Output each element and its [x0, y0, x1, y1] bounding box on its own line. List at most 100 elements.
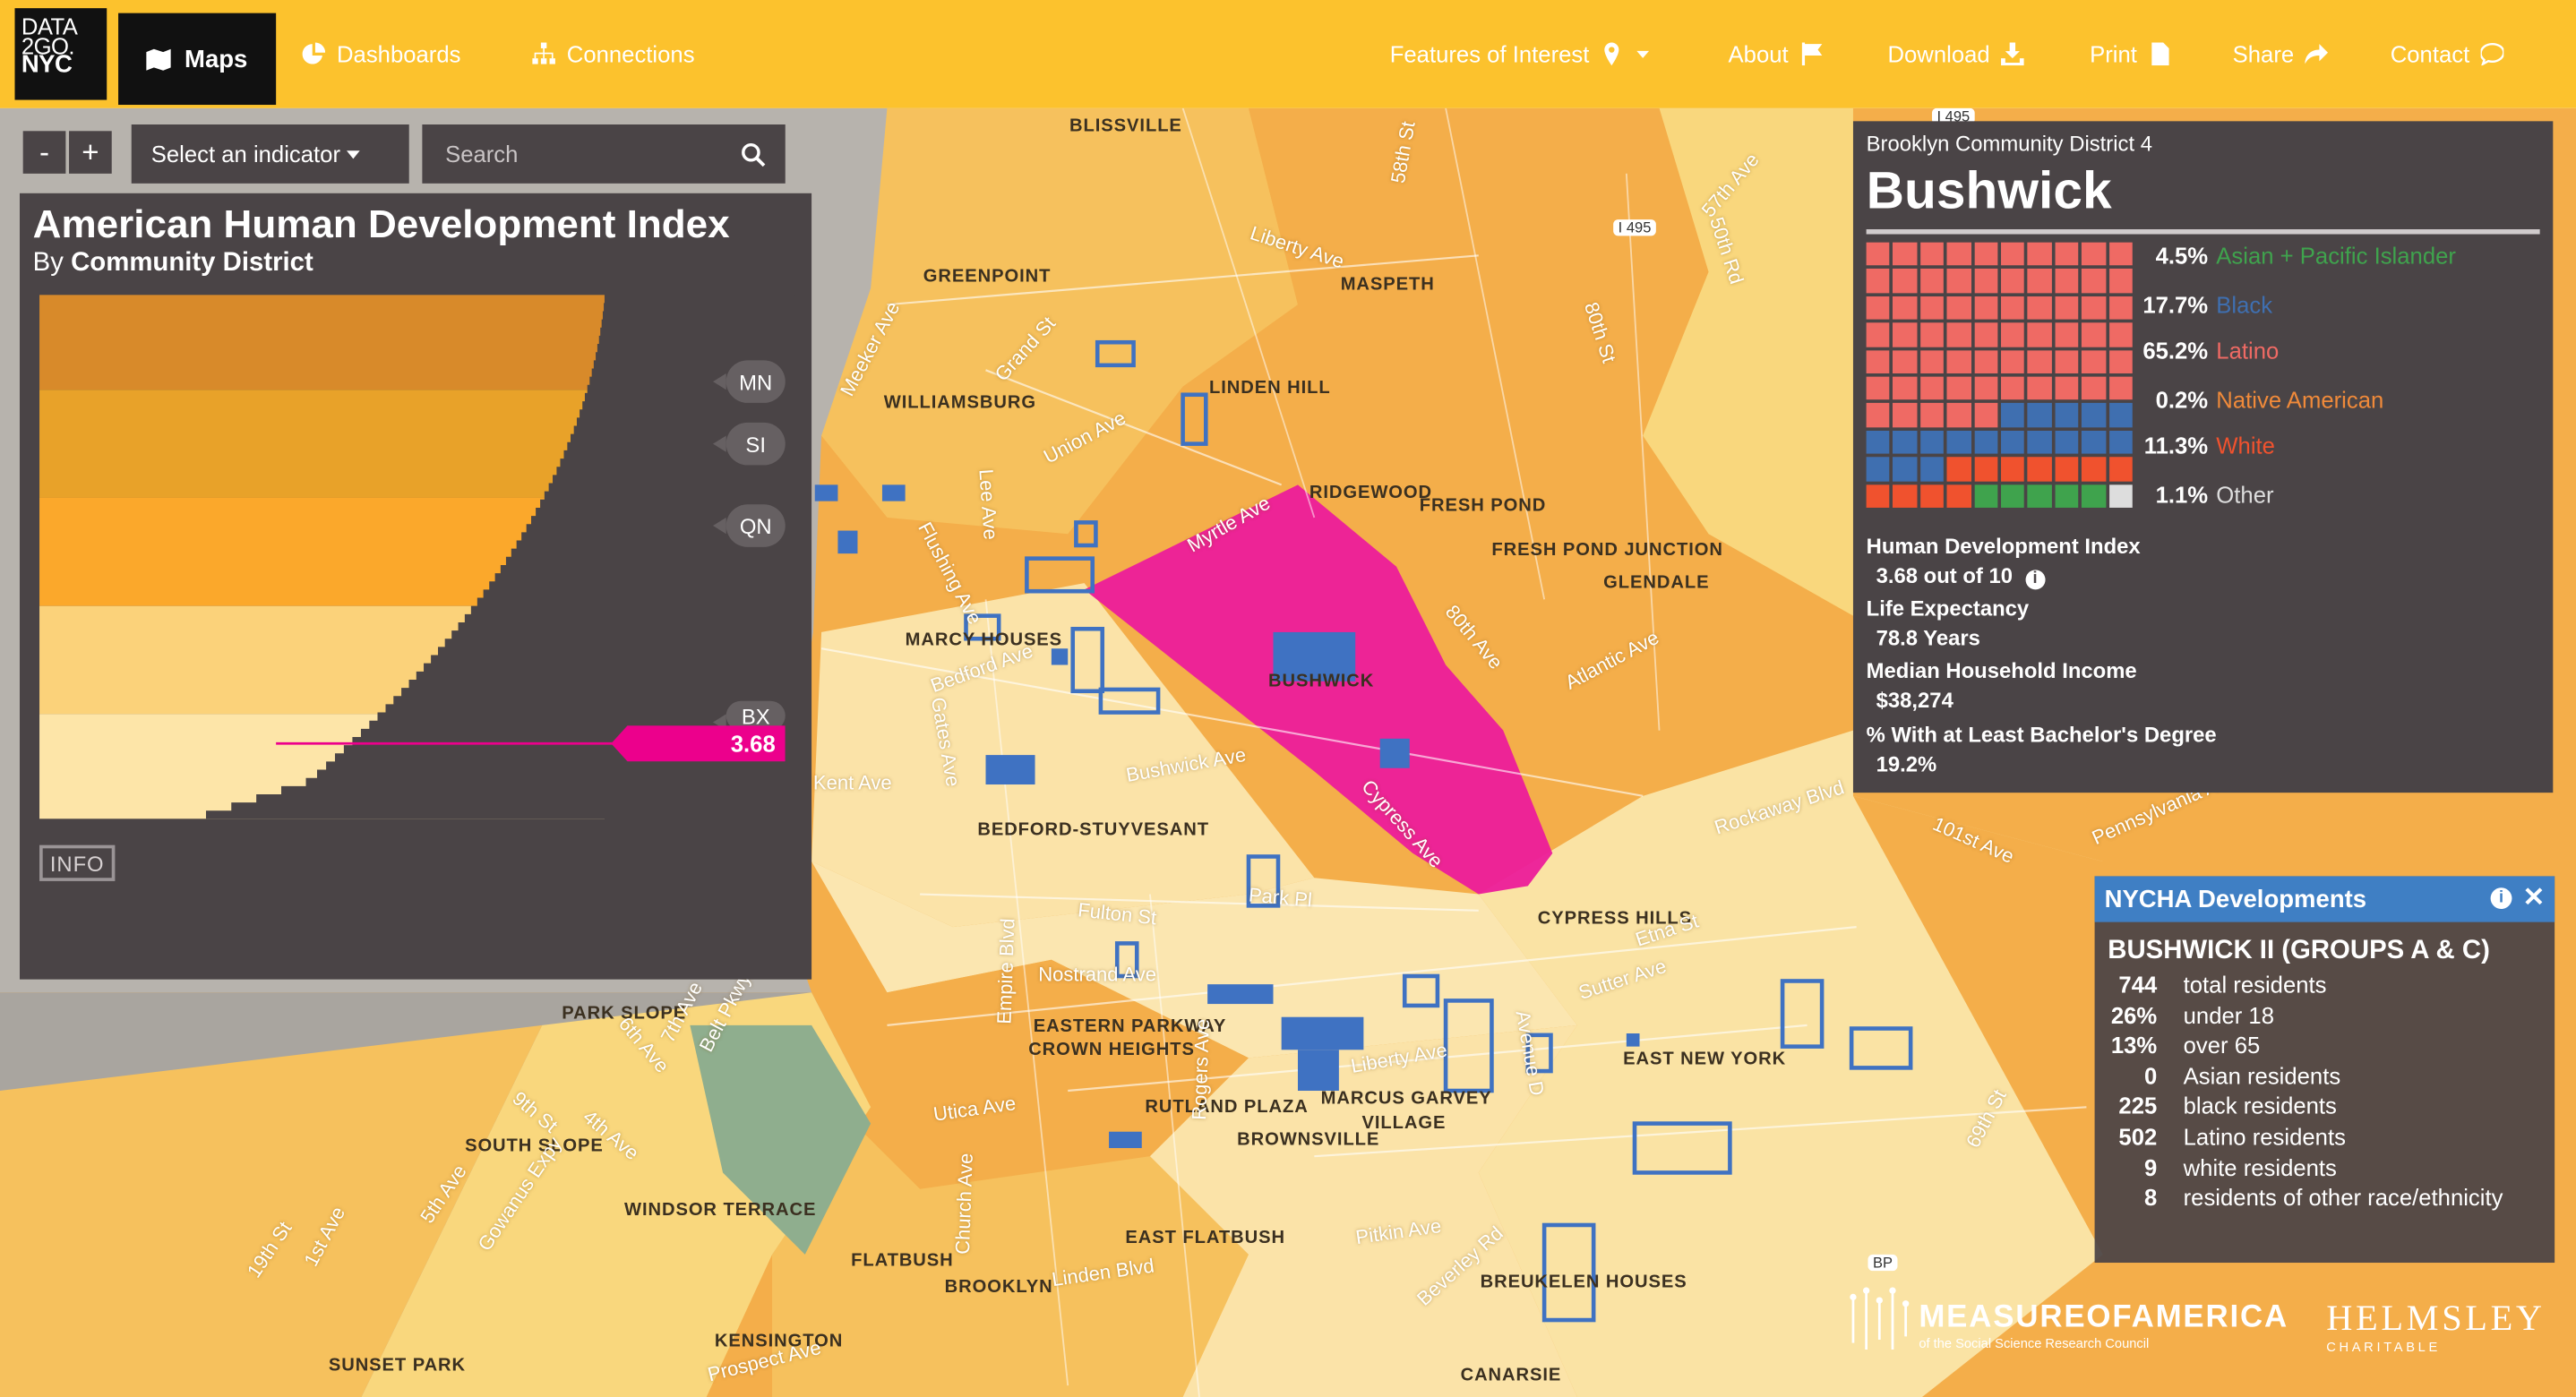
- waffle-cell: [2055, 484, 2079, 508]
- map-label: BEDFORD-STUYVESANT: [977, 820, 1209, 841]
- map-label: BROWNSVILLE: [1237, 1129, 1380, 1150]
- race-legend-row: 11.3% White: [2133, 433, 2275, 459]
- waffle-cell: [2055, 269, 2079, 293]
- nav-maps[interactable]: Maps: [118, 13, 277, 106]
- waffle-cell: [1866, 457, 1891, 481]
- nav-features-of-interest[interactable]: Features of Interest: [1390, 0, 1652, 108]
- flag-icon: [1801, 42, 1822, 66]
- waffle-cell: [2108, 242, 2133, 266]
- map-label: WILLIAMSBURG: [883, 392, 1036, 413]
- borough-marker-mn: MN: [713, 360, 786, 403]
- waffle-cell: [1946, 484, 1971, 508]
- nav-print[interactable]: Print: [2090, 0, 2171, 108]
- race-legend-row: 4.5% Asian + Pacific Islander: [2133, 243, 2456, 269]
- nycha-stat-number: 502: [2118, 1123, 2158, 1150]
- nycha-stat-number: 9: [2143, 1153, 2158, 1180]
- nav-contact[interactable]: Contact: [2391, 0, 2504, 108]
- nav-download[interactable]: Download: [1887, 0, 2025, 108]
- divider: [1866, 229, 2540, 235]
- waffle-cell: [1893, 296, 1918, 320]
- waffle-cell: [2001, 242, 2025, 266]
- waffle-cell: [2082, 430, 2106, 454]
- panel-subtitle: By Community District: [33, 249, 313, 279]
- info-circle-icon[interactable]: i: [2024, 570, 2046, 590]
- waffle-cell: [2055, 430, 2079, 454]
- measure-of-america-name: MEASUREOFAMERICA: [1919, 1300, 2289, 1335]
- waffle-cell: [2028, 484, 2052, 508]
- waffle-cell: [2028, 269, 2052, 293]
- street-label: Rogers Ave: [1187, 1018, 1215, 1121]
- nycha-popup: NYCHA Developments i ✕ BUSHWICK II (GROU…: [2094, 876, 2555, 1264]
- nav-label: Features of Interest: [1389, 40, 1590, 67]
- waffle-cell: [2082, 484, 2106, 508]
- race-percent: 11.3%: [2143, 432, 2209, 459]
- subtitle-bold: Community District: [71, 248, 313, 278]
- nav-connections[interactable]: Connections: [532, 0, 695, 108]
- race-percent: 0.2%: [2155, 386, 2209, 413]
- stat-value: 78.8 Years: [1876, 625, 1980, 651]
- stat-label: % With at Least Bachelor's Degree: [1866, 722, 2217, 747]
- stat-label: Life Expectancy: [1866, 596, 2030, 621]
- waffle-cell: [2001, 349, 2025, 373]
- nav-about[interactable]: About: [1729, 0, 1824, 108]
- waffle-cell: [2108, 430, 2133, 454]
- map-label: RIDGEWOOD: [1309, 483, 1433, 503]
- nav-label: Download: [1887, 40, 1990, 67]
- nav-dashboards[interactable]: Dashboards: [302, 0, 460, 108]
- race-percent: 65.2%: [2142, 337, 2209, 364]
- waffle-cell: [1866, 430, 1891, 454]
- stat-value: 19.2%: [1876, 751, 1937, 776]
- waffle-cell: [1946, 457, 1971, 481]
- nycha-stat-label: Latino residents: [2183, 1123, 2346, 1150]
- waffle-cell: [2082, 242, 2106, 266]
- indicator-label: Select an indicator: [150, 141, 341, 167]
- waffle-cell: [1946, 296, 1971, 320]
- nycha-stat-row: 8 residents of other race/ethnicity: [2108, 1185, 2503, 1211]
- map-label: FRESH POND JUNCTION: [1491, 540, 1723, 561]
- waffle-cell: [2028, 403, 2052, 427]
- waffle-cell: [2001, 430, 2025, 454]
- nycha-stat-label: Asian residents: [2183, 1062, 2341, 1089]
- stat-label: Human Development Index: [1866, 534, 2141, 559]
- waffle-cell: [2108, 269, 2133, 293]
- helmsley-name: HELMSLEY: [2326, 1297, 2546, 1339]
- race-label: Black: [2216, 291, 2273, 318]
- measure-of-america-logo-icon: [1850, 1287, 1910, 1350]
- waffle-cell: [1973, 322, 1998, 347]
- highway-shield: BP: [1868, 1254, 1898, 1272]
- waffle-cell: [2001, 296, 2025, 320]
- map-label: FRESH POND: [1419, 496, 1547, 517]
- street-label: Kent Ave: [812, 771, 892, 794]
- stat-value: $38,274: [1876, 688, 1953, 713]
- map-label: CANARSIE: [1460, 1366, 1562, 1386]
- race-label: Native American: [2216, 386, 2384, 413]
- waffle-cell: [1893, 376, 1918, 400]
- stat-label: Median Household Income: [1866, 658, 2137, 683]
- nycha-stat-row: 225 black residents: [2108, 1093, 2336, 1119]
- waffle-cell: [1946, 349, 1971, 373]
- zoom-in-button[interactable]: +: [69, 131, 112, 174]
- waffle-cell: [1893, 430, 1918, 454]
- indicator-dropdown[interactable]: Select an indicator: [131, 124, 409, 184]
- zoom-out-button[interactable]: -: [22, 131, 66, 174]
- nycha-stat-row: 9 white residents: [2108, 1154, 2337, 1180]
- race-legend-row: 17.7% Black: [2133, 292, 2272, 318]
- close-icon[interactable]: ✕: [2523, 881, 2546, 914]
- waffle-cell: [2055, 457, 2079, 481]
- nav-share[interactable]: Share: [2233, 0, 2329, 108]
- waffle-cell: [1866, 242, 1891, 266]
- subtitle-prefix: By: [32, 248, 64, 278]
- street-label: Nostrand Ave: [1038, 963, 1156, 986]
- info-circle-icon[interactable]: i: [2490, 887, 2512, 910]
- measure-of-america-sub: of the Social Science Research Council: [1919, 1336, 2150, 1351]
- nav-label: Maps: [185, 45, 248, 73]
- info-button[interactable]: INFO: [39, 844, 116, 881]
- race-label: White: [2216, 432, 2275, 459]
- waffle-cell: [2108, 349, 2133, 373]
- data2go-logo[interactable]: DATA 2GO. NYC: [14, 8, 107, 100]
- waffle-cell: [1866, 376, 1891, 400]
- waffle-cell: [1946, 242, 1971, 266]
- search-icon[interactable]: [741, 142, 766, 167]
- search-input[interactable]: [422, 141, 718, 167]
- map-label: CROWN HEIGHTS: [1028, 1040, 1195, 1060]
